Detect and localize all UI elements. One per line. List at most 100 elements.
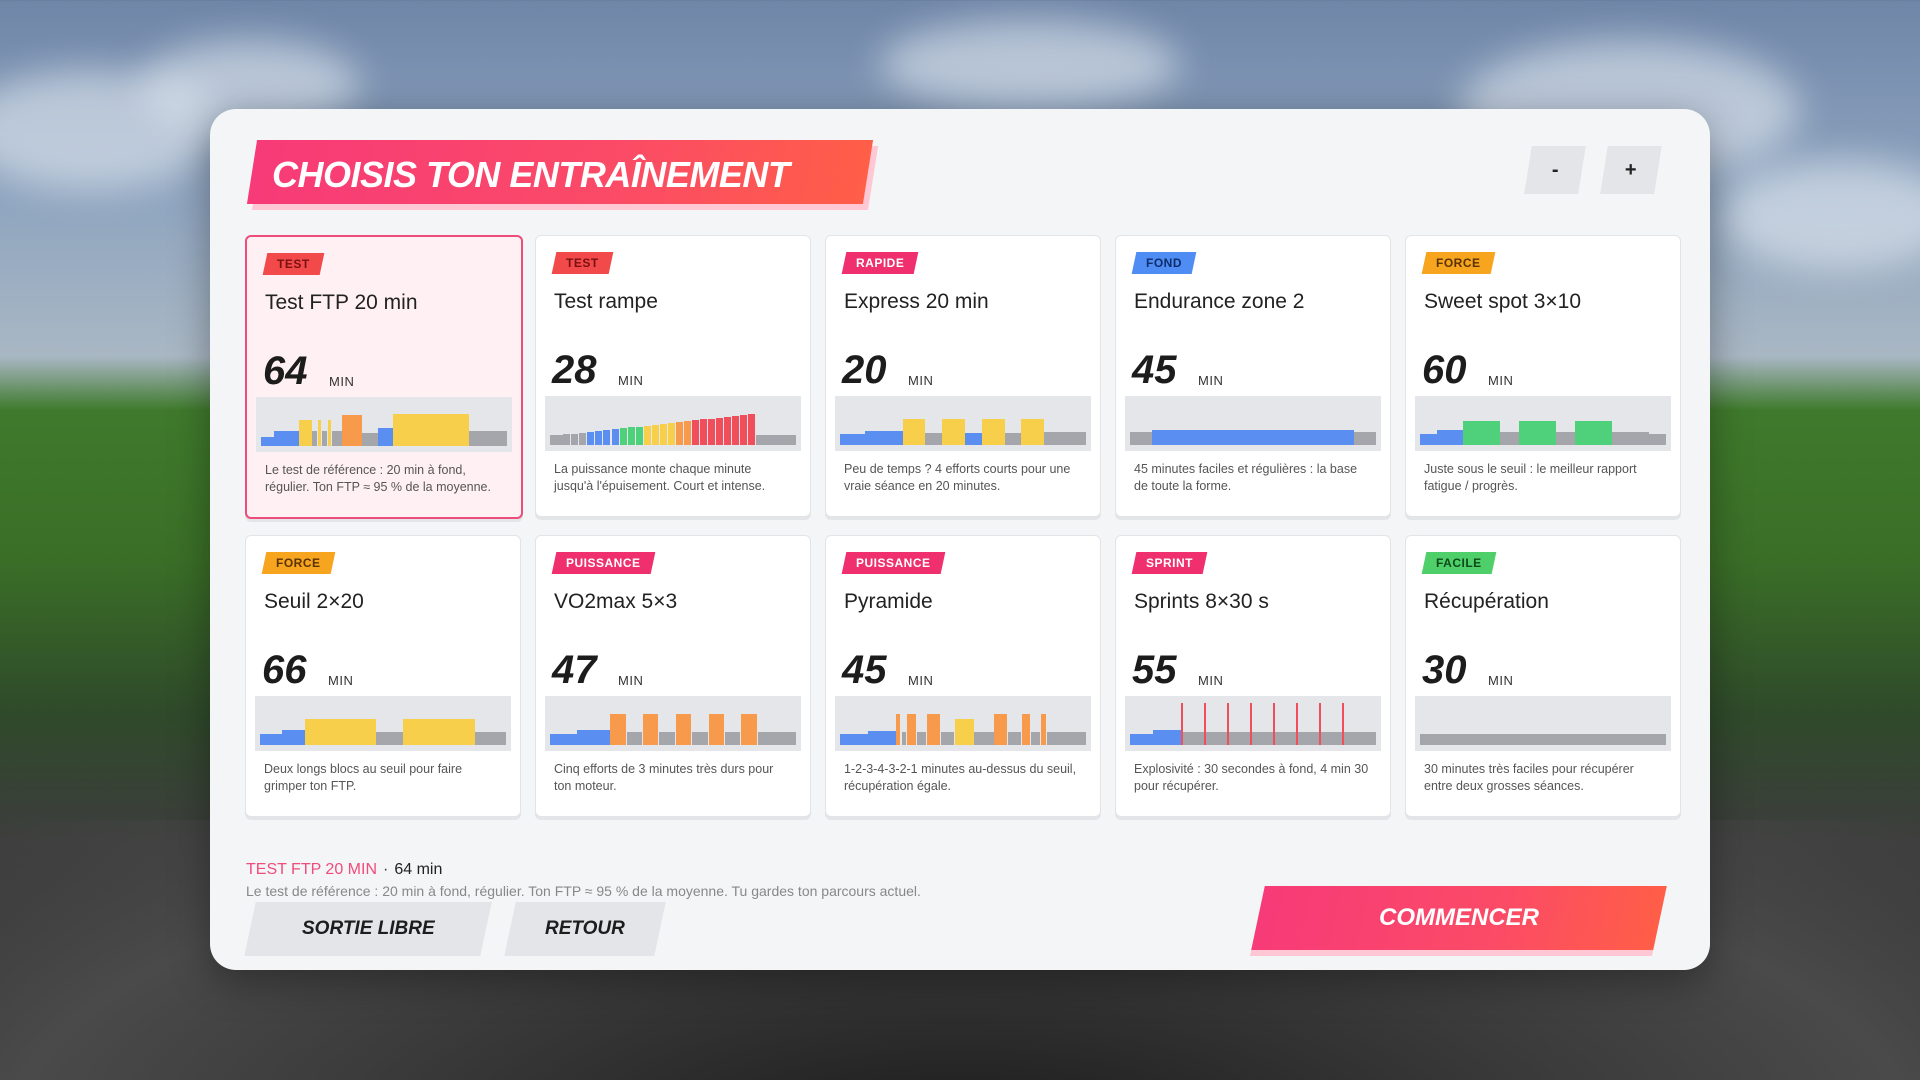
profile-segment [595,431,603,445]
profile-segment [1463,421,1500,445]
profile-segment [1612,432,1632,445]
duration-unit: MIN [618,673,644,688]
zoom-out-button[interactable]: - [1524,146,1586,194]
profile-segment [739,415,747,445]
profile-segment [954,719,975,745]
workout-card[interactable]: FOND Endurance zone 2 45 MIN 45 minutes faci… [1115,235,1391,517]
profile-segment [642,714,659,745]
profile-segment [571,434,579,445]
workout-card[interactable]: RAPIDE Express 20 min 20 MIN Peu de temps ? … [825,235,1101,517]
profile-segment [942,419,966,445]
profile-segment [1205,732,1227,745]
free-ride-label: SORTIE LIBRE [301,918,435,939]
power-profile-graph [835,696,1091,751]
profile-segment [675,422,683,445]
category-tag-label: PUISSANCE [566,556,641,570]
profile-segment [699,419,707,445]
category-tag-label: FOND [1146,256,1182,270]
selected-workout-name: TEST FTP 20 MIN [246,861,377,878]
profile-segment [1420,434,1438,445]
profile-segment [692,732,708,745]
profile-segment [643,426,651,445]
workout-description: Explosivité : 30 secondes à fond, 4 min … [1134,762,1369,793]
workout-title: Récupération [1424,590,1549,613]
workout-card[interactable]: SPRINT Sprints 8×30 s 55 MIN Explosivité : 3… [1115,535,1391,817]
duration-unit: MIN [1198,673,1224,688]
profile-segment [1343,732,1376,745]
workout-card[interactable]: PUISSANCE Pyramide 45 MIN 1-2-3-4-3-2-1 minu… [825,535,1101,817]
profile-segment [635,427,643,445]
profile-segment [683,421,691,445]
back-button[interactable]: RETOUR [504,902,666,956]
category-tag: FORCE [1421,252,1495,274]
workout-duration: 66 [262,648,307,692]
power-profile-graph [545,396,801,451]
duration-unit: MIN [1488,673,1514,688]
workout-title: Test FTP 20 min [265,291,418,314]
profile-segment [1007,732,1021,745]
profile-segment [747,414,755,445]
workout-card[interactable]: PUISSANCE VO2max 5×3 47 MIN Cinq efforts de … [535,535,811,817]
profile-segment [1130,432,1153,445]
profile-segment [723,417,731,445]
profile-segment [895,714,901,745]
profile-segment [1575,421,1613,445]
workout-card[interactable]: FORCE Seuil 2×20 66 MIN Deux longs blocs au … [245,535,521,817]
workout-duration: 47 [552,648,597,692]
profile-segment [907,714,916,745]
duration-unit: MIN [328,673,354,688]
profile-segment [1297,732,1319,745]
zoom-in-label: + [1625,158,1637,181]
workout-card[interactable]: FACILE Récupération 30 MIN 30 minutes très f… [1405,535,1681,817]
power-profile-graph [1415,696,1671,751]
workout-card[interactable]: FORCE Sweet spot 3×10 60 MIN Juste sous le s… [1405,235,1681,517]
workout-title: Sweet spot 3×10 [1424,290,1582,313]
profile-segment [321,431,328,446]
profile-segment [603,430,611,445]
power-profile-graph [1125,696,1381,751]
profile-segment [328,420,331,446]
profile-segment [1041,714,1046,745]
profile-segment [610,714,626,745]
category-tag: FOND [1131,252,1197,274]
profile-segment [741,714,757,745]
category-tag: FORCE [261,552,335,574]
category-tag-label: TEST [566,256,599,270]
profile-segment [342,415,363,446]
profile-segment [1251,732,1273,745]
category-tag-label: FACILE [1436,556,1482,570]
workout-description: Deux longs blocs au seuil pour faire gri… [264,762,463,793]
profile-segment [840,434,866,445]
profile-segment [715,418,723,445]
profile-segment [1182,732,1204,745]
workout-description: Juste sous le seuil : le meilleur rappor… [1424,462,1637,493]
profile-segment [1044,432,1086,445]
profile-segment [1519,421,1556,445]
profile-segment [377,428,393,446]
profile-segment [1228,732,1250,745]
profile-segment [940,732,954,745]
duration-unit: MIN [908,673,934,688]
start-label: COMMENCER [1379,904,1539,931]
start-button[interactable]: COMMENCER [1251,886,1667,950]
profile-segment [261,437,274,446]
workout-card[interactable]: TEST Test rampe 28 MIN La puissance monte ch… [535,235,811,517]
profile-segment [1648,434,1666,445]
profile-segment [1499,432,1520,445]
profile-segment [965,433,982,445]
zoom-in-button[interactable]: + [1600,146,1662,194]
category-tag-label: TEST [277,257,310,271]
profile-segment [474,732,506,745]
profile-segment [1353,432,1376,445]
profile-segment [1420,734,1666,745]
workout-card[interactable]: TEST Test FTP 20 min 64 MIN Le test de référ… [245,235,523,519]
sky-cloud [1720,160,1920,270]
selected-workout-summary: TEST FTP 20 MIN · 64 min [246,861,442,879]
free-ride-button[interactable]: SORTIE LIBRE [244,902,492,956]
profile-segment [260,734,283,745]
workout-title: Test rampe [554,290,658,313]
category-tag: FACILE [1421,552,1497,574]
workout-description: 1-2-3-4-3-2-1 minutes au-dessus du seuil… [844,762,1077,793]
page-title: CHOISIS TON ENTRAÎNEMENT [272,154,790,195]
workout-title: Seuil 2×20 [264,590,364,613]
